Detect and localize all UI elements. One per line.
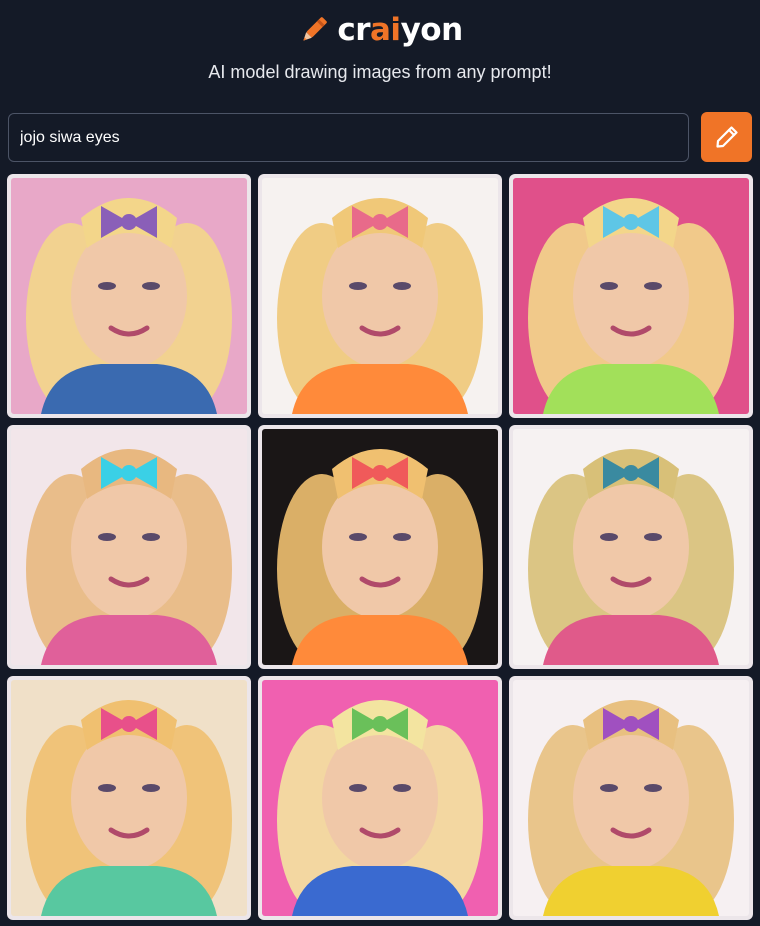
craiyon-logo[interactable]: craiyon (0, 10, 760, 50)
generated-portrait (262, 178, 498, 414)
result-image-6[interactable] (509, 425, 753, 669)
header: craiyon AI model drawing images from any… (0, 0, 760, 110)
generated-portrait (513, 429, 749, 665)
logo-wordmark: craiyon (337, 12, 463, 48)
result-image-2[interactable] (258, 174, 502, 418)
result-image-3[interactable] (509, 174, 753, 418)
result-image-9[interactable] (509, 676, 753, 920)
generated-portrait (262, 429, 498, 665)
result-image-7[interactable] (7, 676, 251, 920)
generated-portrait (513, 178, 749, 414)
generated-portrait (262, 680, 498, 916)
generated-portrait (11, 680, 247, 916)
crayon-logo-icon (303, 17, 328, 41)
pencil-icon (715, 126, 738, 148)
result-image-1[interactable] (7, 174, 251, 418)
prompt-input[interactable] (8, 113, 689, 162)
generated-portrait (11, 178, 247, 414)
image-grid (7, 174, 753, 920)
generated-portrait (513, 680, 749, 916)
draw-button[interactable] (701, 112, 752, 162)
result-image-4[interactable] (7, 425, 251, 669)
result-image-5[interactable] (258, 425, 502, 669)
generated-portrait (11, 429, 247, 665)
result-image-8[interactable] (258, 676, 502, 920)
tagline: AI model drawing images from any prompt! (208, 62, 552, 82)
